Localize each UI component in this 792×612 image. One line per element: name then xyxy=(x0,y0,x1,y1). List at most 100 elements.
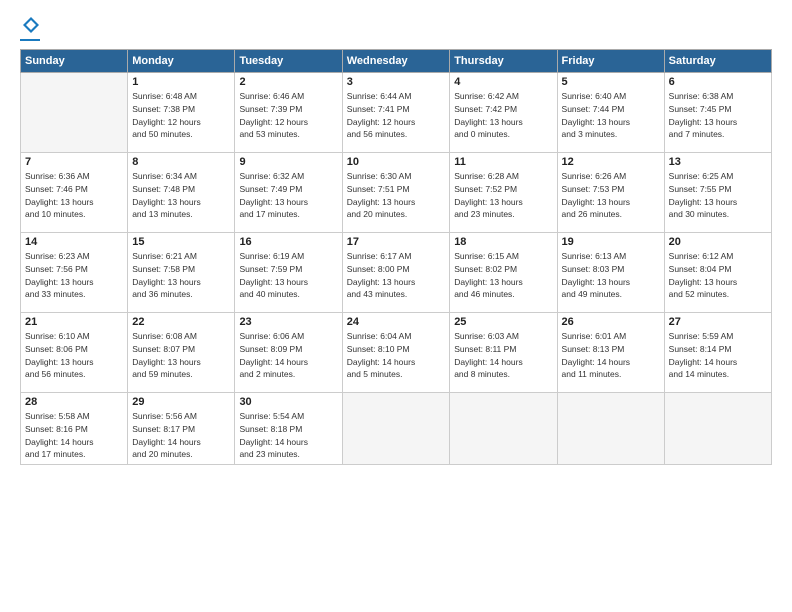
day-info: Sunrise: 6:28 AM Sunset: 7:52 PM Dayligh… xyxy=(454,170,552,221)
day-number: 28 xyxy=(25,396,123,408)
calendar-week-row: 21 Sunrise: 6:10 AM Sunset: 8:06 PM Dayli… xyxy=(21,313,772,393)
day-number: 3 xyxy=(347,76,445,88)
day-info: Sunrise: 5:58 AM Sunset: 8:16 PM Dayligh… xyxy=(25,410,123,461)
day-number: 2 xyxy=(239,76,337,88)
day-number: 14 xyxy=(25,236,123,248)
day-info: Sunrise: 6:17 AM Sunset: 8:00 PM Dayligh… xyxy=(347,250,445,301)
calendar-day-header: Sunday xyxy=(21,50,128,73)
calendar-day-cell: 15Sunrise: 6:21 AM Sunset: 7:58 PM Dayli… xyxy=(128,233,235,313)
calendar-table: SundayMondayTuesdayWednesdayThursdayFrid… xyxy=(20,49,772,465)
calendar-day-cell: 5 Sunrise: 6:40 AM Sunset: 7:44 PM Daylig… xyxy=(557,73,664,153)
day-number: 7 xyxy=(25,156,123,168)
day-info: Sunrise: 6:08 AM Sunset: 8:07 PM Dayligh… xyxy=(132,330,230,381)
calendar-day-cell xyxy=(450,393,557,465)
day-number: 23 xyxy=(239,316,337,328)
calendar-day-cell: 21 Sunrise: 6:10 AM Sunset: 8:06 PM Dayli… xyxy=(21,313,128,393)
day-number: 19 xyxy=(562,236,660,248)
calendar-day-cell: 3Sunrise: 6:44 AM Sunset: 7:41 PM Daylig… xyxy=(342,73,449,153)
calendar-day-cell: 22 Sunrise: 6:08 AM Sunset: 8:07 PM Dayli… xyxy=(128,313,235,393)
day-number: 13 xyxy=(669,156,767,168)
day-info: Sunrise: 6:15 AM Sunset: 8:02 PM Dayligh… xyxy=(454,250,552,301)
logo-underline xyxy=(20,39,40,41)
calendar-day-cell xyxy=(342,393,449,465)
calendar-day-cell: 26 Sunrise: 6:01 AM Sunset: 8:13 PM Dayli… xyxy=(557,313,664,393)
page: SundayMondayTuesdayWednesdayThursdayFrid… xyxy=(0,0,792,612)
day-number: 29 xyxy=(132,396,230,408)
day-info: Sunrise: 6:40 AM Sunset: 7:44 PM Dayligh… xyxy=(562,90,660,141)
day-number: 24 xyxy=(347,316,445,328)
day-number: 27 xyxy=(669,316,767,328)
day-info: Sunrise: 6:19 AM Sunset: 7:59 PM Dayligh… xyxy=(239,250,337,301)
calendar-day-cell: 17 Sunrise: 6:17 AM Sunset: 8:00 PM Dayli… xyxy=(342,233,449,313)
day-info: Sunrise: 5:59 AM Sunset: 8:14 PM Dayligh… xyxy=(669,330,767,381)
calendar-day-cell: 16 Sunrise: 6:19 AM Sunset: 7:59 PM Dayli… xyxy=(235,233,342,313)
day-info: Sunrise: 5:56 AM Sunset: 8:17 PM Dayligh… xyxy=(132,410,230,461)
calendar-day-header: Saturday xyxy=(664,50,771,73)
day-info: Sunrise: 6:01 AM Sunset: 8:13 PM Dayligh… xyxy=(562,330,660,381)
day-info: Sunrise: 6:13 AM Sunset: 8:03 PM Dayligh… xyxy=(562,250,660,301)
day-number: 5 xyxy=(562,76,660,88)
header xyxy=(20,18,772,41)
calendar-day-cell: 1 Sunrise: 6:48 AM Sunset: 7:38 PM Daylig… xyxy=(128,73,235,153)
day-info: Sunrise: 6:23 AM Sunset: 7:56 PM Dayligh… xyxy=(25,250,123,301)
day-number: 8 xyxy=(132,156,230,168)
day-info: Sunrise: 6:38 AM Sunset: 7:45 PM Dayligh… xyxy=(669,90,767,141)
calendar-week-row: 1 Sunrise: 6:48 AM Sunset: 7:38 PM Daylig… xyxy=(21,73,772,153)
day-number: 21 xyxy=(25,316,123,328)
day-number: 15 xyxy=(132,236,230,248)
day-info: Sunrise: 6:26 AM Sunset: 7:53 PM Dayligh… xyxy=(562,170,660,221)
day-info: Sunrise: 6:03 AM Sunset: 8:11 PM Dayligh… xyxy=(454,330,552,381)
day-number: 20 xyxy=(669,236,767,248)
day-info: Sunrise: 6:25 AM Sunset: 7:55 PM Dayligh… xyxy=(669,170,767,221)
calendar-week-row: 7Sunrise: 6:36 AM Sunset: 7:46 PM Daylig… xyxy=(21,153,772,233)
day-number: 30 xyxy=(239,396,337,408)
calendar-day-cell: 24Sunrise: 6:04 AM Sunset: 8:10 PM Dayli… xyxy=(342,313,449,393)
day-number: 9 xyxy=(239,156,337,168)
day-info: Sunrise: 6:46 AM Sunset: 7:39 PM Dayligh… xyxy=(239,90,337,141)
calendar-week-row: 14 Sunrise: 6:23 AM Sunset: 7:56 PM Dayli… xyxy=(21,233,772,313)
calendar-day-cell: 25 Sunrise: 6:03 AM Sunset: 8:11 PM Dayli… xyxy=(450,313,557,393)
day-number: 4 xyxy=(454,76,552,88)
calendar-day-cell: 20 Sunrise: 6:12 AM Sunset: 8:04 PM Dayli… xyxy=(664,233,771,313)
logo xyxy=(20,18,40,41)
day-number: 16 xyxy=(239,236,337,248)
calendar-day-cell: 10 Sunrise: 6:30 AM Sunset: 7:51 PM Dayli… xyxy=(342,153,449,233)
calendar-day-header: Monday xyxy=(128,50,235,73)
calendar-day-cell: 12 Sunrise: 6:26 AM Sunset: 7:53 PM Dayli… xyxy=(557,153,664,233)
calendar-day-cell: 6 Sunrise: 6:38 AM Sunset: 7:45 PM Daylig… xyxy=(664,73,771,153)
calendar-day-cell: 13 Sunrise: 6:25 AM Sunset: 7:55 PM Dayli… xyxy=(664,153,771,233)
calendar-day-cell: 8 Sunrise: 6:34 AM Sunset: 7:48 PM Daylig… xyxy=(128,153,235,233)
day-number: 18 xyxy=(454,236,552,248)
day-number: 1 xyxy=(132,76,230,88)
day-number: 17 xyxy=(347,236,445,248)
calendar-day-cell: 23 Sunrise: 6:06 AM Sunset: 8:09 PM Dayli… xyxy=(235,313,342,393)
calendar-day-cell: 30 Sunrise: 5:54 AM Sunset: 8:18 PM Dayli… xyxy=(235,393,342,465)
day-number: 10 xyxy=(347,156,445,168)
calendar-day-cell: 18 Sunrise: 6:15 AM Sunset: 8:02 PM Dayli… xyxy=(450,233,557,313)
calendar-header-row: SundayMondayTuesdayWednesdayThursdayFrid… xyxy=(21,50,772,73)
day-number: 11 xyxy=(454,156,552,168)
day-info: Sunrise: 6:12 AM Sunset: 8:04 PM Dayligh… xyxy=(669,250,767,301)
calendar-day-header: Friday xyxy=(557,50,664,73)
calendar-day-header: Thursday xyxy=(450,50,557,73)
calendar-day-cell: 28 Sunrise: 5:58 AM Sunset: 8:16 PM Dayli… xyxy=(21,393,128,465)
day-number: 6 xyxy=(669,76,767,88)
day-info: Sunrise: 6:30 AM Sunset: 7:51 PM Dayligh… xyxy=(347,170,445,221)
calendar-day-cell: 4 Sunrise: 6:42 AM Sunset: 7:42 PM Daylig… xyxy=(450,73,557,153)
day-info: Sunrise: 6:10 AM Sunset: 8:06 PM Dayligh… xyxy=(25,330,123,381)
calendar-day-cell: 7Sunrise: 6:36 AM Sunset: 7:46 PM Daylig… xyxy=(21,153,128,233)
day-number: 22 xyxy=(132,316,230,328)
calendar-day-cell: 19 Sunrise: 6:13 AM Sunset: 8:03 PM Dayli… xyxy=(557,233,664,313)
day-info: Sunrise: 6:42 AM Sunset: 7:42 PM Dayligh… xyxy=(454,90,552,141)
day-info: Sunrise: 6:34 AM Sunset: 7:48 PM Dayligh… xyxy=(132,170,230,221)
calendar-day-cell: 14 Sunrise: 6:23 AM Sunset: 7:56 PM Dayli… xyxy=(21,233,128,313)
day-number: 25 xyxy=(454,316,552,328)
day-info: Sunrise: 6:48 AM Sunset: 7:38 PM Dayligh… xyxy=(132,90,230,141)
logo-icon xyxy=(22,16,40,34)
day-number: 12 xyxy=(562,156,660,168)
day-number: 26 xyxy=(562,316,660,328)
day-info: Sunrise: 6:06 AM Sunset: 8:09 PM Dayligh… xyxy=(239,330,337,381)
calendar-day-cell xyxy=(664,393,771,465)
day-info: Sunrise: 5:54 AM Sunset: 8:18 PM Dayligh… xyxy=(239,410,337,461)
calendar-day-cell: 11 Sunrise: 6:28 AM Sunset: 7:52 PM Dayli… xyxy=(450,153,557,233)
